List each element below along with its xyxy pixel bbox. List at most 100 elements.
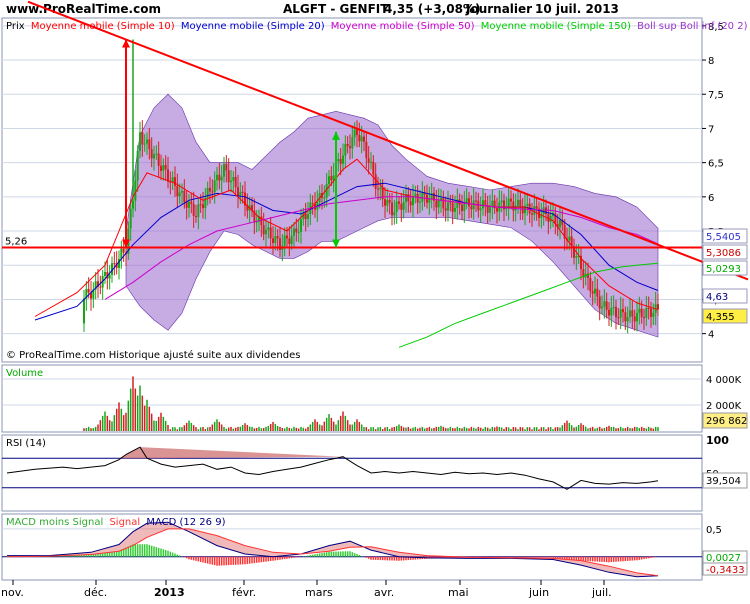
candle-body: [183, 190, 186, 203]
candle-body: [328, 176, 330, 185]
candle-body: [657, 304, 659, 310]
candle-body: [148, 139, 151, 150]
candle-body: [442, 198, 445, 209]
candle-body: [500, 200, 503, 203]
candle-body: [87, 289, 90, 293]
price-tick-label: 6,5: [708, 159, 724, 170]
legend-item-bollinger: Boll sup Boll inf (20 2): [637, 21, 747, 32]
x-tick-label: mai: [448, 586, 469, 599]
candle-body: [601, 306, 603, 309]
candle-body: [330, 176, 333, 181]
candle-body: [288, 238, 291, 245]
candle-body: [633, 316, 636, 322]
candle-body: [206, 187, 209, 199]
candle-body: [223, 164, 225, 177]
legend-item-ma20: Moyenne mobile (Simple 20): [181, 21, 325, 32]
candle-body: [428, 199, 431, 203]
candle-body: [421, 192, 424, 202]
candle-body: [211, 191, 214, 193]
legend-item-ma150: Moyenne mobile (Simple 150): [481, 21, 631, 32]
candle-body: [293, 228, 295, 236]
candle-body: [209, 187, 211, 192]
candle-body: [164, 165, 167, 170]
x-axis: nov. déc. 2013 févr. mars avr. mai juin juil.: [1, 580, 612, 599]
candle-body: [542, 207, 545, 215]
candle-body: [526, 203, 529, 206]
candle-body: [596, 288, 599, 297]
candle-body: [227, 170, 230, 183]
candle-body: [171, 177, 174, 183]
candle-body: [531, 213, 533, 215]
candle-body: [129, 208, 132, 229]
candle-body: [225, 164, 228, 171]
candle-body: [262, 225, 265, 235]
candle-body: [615, 306, 617, 318]
candle-body: [603, 301, 606, 307]
candle-body: [447, 202, 449, 211]
candle-body: [454, 207, 456, 212]
candle-body: [141, 132, 144, 145]
rsi-title: RSI (14): [6, 438, 46, 449]
candle-body: [622, 309, 624, 313]
candle-body: [519, 199, 522, 208]
candle-body: [99, 286, 102, 288]
candle-body: [468, 198, 470, 207]
price-tick-label: 8: [708, 56, 714, 67]
period-label: Journalier: [465, 2, 532, 16]
x-tick-label: déc.: [84, 586, 107, 599]
candle-body: [610, 308, 613, 316]
stock-chart-window: www.ProRealTime.com ALGFT - GENFIT 4,35 …: [0, 0, 750, 600]
price-last-value: 4,63: [706, 292, 728, 303]
x-tick-label: juil.: [591, 586, 612, 599]
candle-body: [370, 161, 372, 163]
candle-body: [652, 312, 655, 317]
candle-body: [160, 165, 162, 171]
candle-body: [535, 206, 538, 209]
candle-body: [295, 228, 298, 233]
candle-body: [636, 312, 638, 322]
candle-body: [435, 200, 438, 208]
rsi-panel: [1, 434, 703, 512]
candle-body: [645, 307, 648, 318]
candle-body: [216, 174, 218, 181]
candle-body: [104, 271, 106, 276]
candle-body: [638, 308, 641, 313]
candle-body: [157, 153, 160, 166]
candle-body: [629, 310, 631, 318]
candle-body: [351, 137, 354, 149]
candle-body: [496, 208, 498, 212]
macd-last-value: 0,0027: [706, 553, 741, 564]
macd-last-value: -0,3433: [706, 565, 745, 576]
candle-body: [475, 200, 477, 202]
candle-body: [391, 202, 393, 216]
candle-body: [220, 176, 223, 181]
candle-body: [461, 204, 463, 211]
x-tick-label: 2013: [154, 586, 185, 599]
candle-body: [400, 203, 403, 210]
candle-body: [512, 201, 515, 211]
volume-tick-label: 4 000K: [706, 375, 742, 386]
candle-body: [199, 204, 202, 206]
candle-body: [650, 308, 652, 317]
price-tick-label: 4: [708, 330, 714, 341]
candle-body: [146, 139, 148, 144]
candle-body: [353, 129, 356, 138]
candle-body: [617, 317, 620, 319]
candle-body: [290, 235, 293, 245]
candle-body: [643, 317, 645, 319]
site-label[interactable]: www.ProRealTime.com: [6, 2, 161, 16]
legend-item-ma50: Moyenne mobile (Simple 50): [331, 21, 475, 32]
candle-body: [202, 204, 204, 209]
candle-body: [265, 229, 267, 235]
candle-body: [363, 136, 365, 142]
candle-body: [510, 198, 512, 202]
candle-body: [155, 153, 158, 155]
candle-body: [108, 274, 111, 279]
candle-body: [239, 191, 242, 197]
candle-body: [337, 159, 340, 162]
candle-body: [349, 146, 351, 149]
candle-body: [482, 200, 484, 209]
candle-body: [300, 219, 302, 233]
candle-body: [307, 214, 309, 220]
candle-body: [113, 263, 116, 265]
